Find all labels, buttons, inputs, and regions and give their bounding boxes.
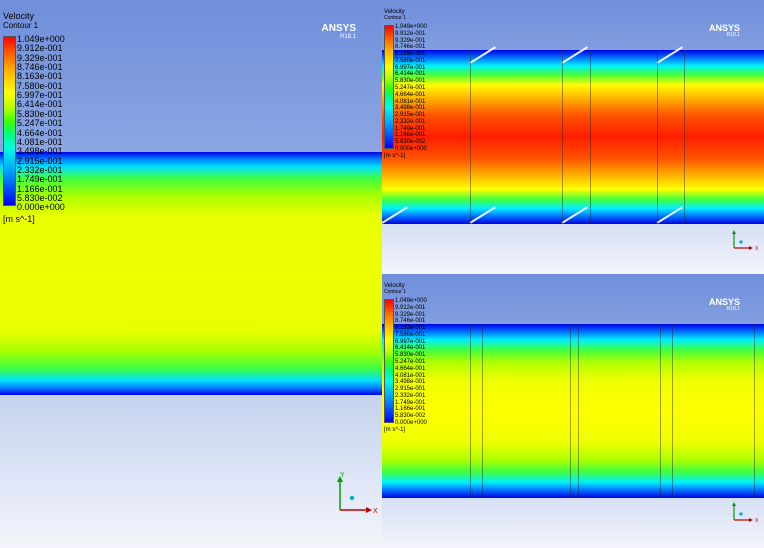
- legend-value: 2.332e-001: [395, 118, 426, 125]
- logo-version: R18.1: [726, 32, 740, 38]
- legend-value: 5.830e-002: [395, 413, 426, 420]
- ansys-logo: ANSYS R18.1: [680, 298, 740, 312]
- interface-line: [470, 324, 471, 498]
- viewport-top-right[interactable]: Velocity Contour 1 [m s^-1] ANSYS R18.1 …: [382, 0, 764, 274]
- logo-version: R18.1: [339, 34, 356, 40]
- interface-line: [562, 50, 563, 224]
- legend-value: 5.247e-001: [395, 85, 426, 92]
- axis-x-label: X: [755, 246, 759, 252]
- legend-value: 0.000e+000: [395, 420, 427, 427]
- legend-value: 1.749e-001: [395, 399, 426, 406]
- legend-value: 1.049e+000: [395, 298, 427, 304]
- legend-value: 4.081e-001: [395, 372, 426, 379]
- legend-value: 0.000e+000: [17, 202, 65, 213]
- legend-value: 1.749e-001: [17, 174, 63, 185]
- legend-value: 5.830e-002: [395, 139, 426, 146]
- interface-line: [570, 324, 571, 498]
- legend-color-bar: [384, 299, 394, 423]
- plot-title: Velocity: [3, 11, 35, 21]
- legend-value: 0.000e+000: [395, 146, 427, 153]
- legend-value: 6.414e-001: [395, 71, 426, 78]
- legend-value: 3.498e-001: [17, 146, 63, 157]
- axis-x-label: X: [373, 508, 378, 515]
- legend-unit: [m s^-1]: [384, 153, 406, 159]
- interface-line: [660, 324, 661, 498]
- axis-triad: X: [732, 502, 759, 524]
- legend-value: 9.912e-001: [17, 43, 63, 54]
- legend-value: 5.830e-001: [395, 352, 426, 359]
- legend-value: 9.912e-001: [395, 304, 426, 311]
- legend-value: 9.329e-001: [395, 311, 426, 318]
- legend-value: 7.580e-001: [395, 331, 426, 338]
- interface-line: [657, 50, 658, 224]
- viewport-bottom-right[interactable]: Velocity Contour 1 [m s^-1] ANSYS R18.1 …: [382, 274, 764, 548]
- viewport-main[interactable]: Velocity Contour 1 [m s^-1] ANSYS R18.1 …: [0, 0, 382, 548]
- ansys-logo: ANSYS R18.1: [680, 24, 740, 38]
- interface-line: [672, 324, 673, 498]
- legend-value: 8.746e-001: [395, 44, 426, 51]
- legend-value: 4.081e-001: [395, 98, 426, 105]
- legend-value: 1.749e-001: [395, 125, 426, 132]
- legend-value: 3.498e-001: [395, 105, 426, 112]
- interface-line: [482, 324, 483, 498]
- legend-value: 5.247e-001: [395, 359, 426, 366]
- legend-color-bar: [3, 36, 16, 206]
- legend-value: 8.163e-001: [395, 325, 426, 332]
- plot-subtitle: Contour 1: [384, 289, 406, 295]
- legend-value: 5.830e-001: [395, 78, 426, 85]
- legend-value: 6.414e-001: [395, 345, 426, 352]
- legend-value: 2.332e-001: [395, 392, 426, 399]
- legend-value: 6.997e-001: [395, 64, 426, 71]
- legend-value: 9.912e-001: [395, 30, 426, 37]
- legend-value: 7.580e-001: [395, 57, 426, 64]
- legend-value: 4.664e-001: [395, 365, 426, 372]
- interface-line: [578, 324, 579, 498]
- legend-value: 1.049e+000: [395, 24, 427, 30]
- legend-value: 9.329e-001: [395, 37, 426, 44]
- logo-text: ANSYS: [321, 23, 356, 34]
- legend-value: 2.915e-001: [395, 386, 426, 393]
- ansys-logo: ANSYS R18.1: [296, 23, 356, 41]
- axis-x-label: X: [755, 518, 759, 524]
- plot-subtitle: Contour 1: [3, 21, 39, 30]
- legend-value: 8.746e-001: [395, 318, 426, 325]
- legend-value: 5.247e-001: [17, 118, 63, 129]
- axis-triad: Y X: [337, 472, 378, 515]
- plot-subtitle: Contour 1: [384, 15, 406, 21]
- legend-value: 4.664e-001: [395, 91, 426, 98]
- interface-line: [590, 50, 591, 224]
- legend-value: 1.166e-001: [395, 132, 426, 139]
- logo-version: R18.1: [726, 306, 740, 312]
- legend-unit: [m s^-1]: [3, 214, 35, 224]
- legend-value: 2.915e-001: [395, 112, 426, 119]
- interface-line: [684, 50, 685, 224]
- legend-value: 1.166e-001: [395, 406, 426, 413]
- axis-y-label: Y: [340, 472, 345, 479]
- axis-triad: X: [732, 230, 759, 252]
- legend-color-bar: [384, 25, 394, 149]
- interface-line: [754, 324, 755, 498]
- legend-value: 6.997e-001: [395, 338, 426, 345]
- legend-unit: [m s^-1]: [384, 427, 406, 433]
- legend-value: 8.163e-001: [395, 51, 426, 58]
- legend-value: 3.498e-001: [395, 379, 426, 386]
- interface-line: [470, 50, 471, 224]
